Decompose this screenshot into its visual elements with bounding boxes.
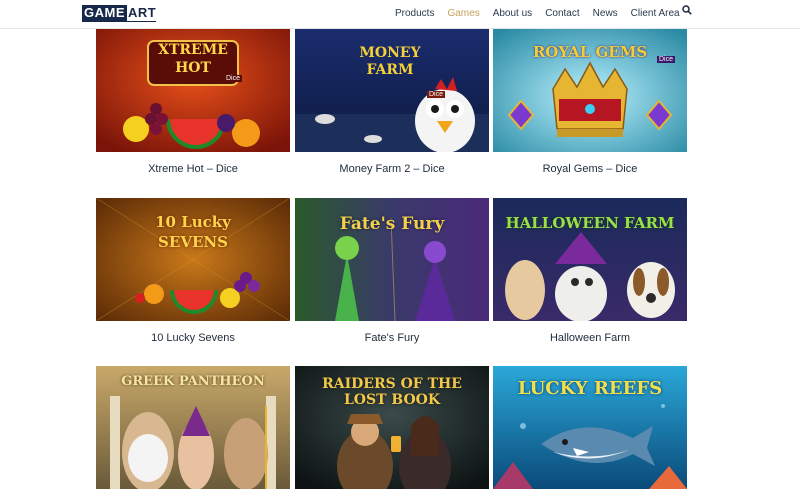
- game-thumbnail[interactable]: RAIDERS OF THE LOST BOOK: [295, 366, 489, 489]
- game-card[interactable]: GREEK PANTHEON: [96, 366, 290, 500]
- nav-client-area[interactable]: Client Area: [631, 8, 680, 19]
- main-nav: Products Games About us Contact News Cli…: [395, 8, 693, 19]
- game-art-title: MONEY FARM: [359, 45, 421, 78]
- game-card[interactable]: RAIDERS OF THE LOST BOOK: [295, 366, 489, 500]
- game-card[interactable]: Fate's Fury Fate's Fury: [295, 198, 489, 344]
- game-title[interactable]: 10 Lucky Sevens: [96, 332, 290, 344]
- game-art-title: Fate's Fury: [339, 214, 445, 234]
- nav-contact[interactable]: Contact: [545, 8, 579, 19]
- game-art-badge: Dice: [657, 56, 676, 63]
- gameart-logo[interactable]: GAME ART: [82, 5, 157, 22]
- game-thumbnail[interactable]: ROYAL GEMS Dice: [493, 29, 687, 152]
- site-header: GAME ART Products Games About us Contact…: [0, 0, 800, 29]
- game-card[interactable]: 10 Lucky SEVENS 10 Lucky Sevens: [96, 198, 290, 344]
- game-card[interactable]: MONEY FARM Dice Money Farm 2 – Dice: [295, 29, 489, 175]
- nav-products[interactable]: Products: [395, 8, 434, 19]
- game-thumbnail[interactable]: HALLOWEEN FARM: [493, 198, 687, 321]
- game-card[interactable]: ROYAL GEMS Dice Royal Gems – Dice: [493, 29, 687, 175]
- game-card[interactable]: HALLOWEEN FARM Halloween Farm: [493, 198, 687, 344]
- game-thumbnail[interactable]: MONEY FARM Dice: [295, 29, 489, 152]
- game-thumbnail[interactable]: Fate's Fury: [295, 198, 489, 321]
- nav-about-us[interactable]: About us: [493, 8, 532, 19]
- game-art-title: GREEK PANTHEON: [121, 374, 265, 389]
- logo-game-text: GAME: [82, 5, 127, 21]
- game-art-badge: Dice: [427, 91, 446, 98]
- game-card[interactable]: LUCKY REEFS: [493, 366, 687, 500]
- game-art-title: HALLOWEEN FARM: [505, 214, 675, 232]
- game-thumbnail[interactable]: GREEK PANTHEON: [96, 366, 290, 489]
- game-art-title: ROYAL GEMS: [532, 43, 648, 61]
- game-title[interactable]: Fate's Fury: [295, 332, 489, 344]
- game-art-title: 10 Lucky SEVENS: [155, 213, 231, 251]
- logo-art-text: ART: [128, 5, 157, 20]
- game-thumbnail[interactable]: XTREME HOT Dice: [96, 29, 290, 152]
- nav-games[interactable]: Games: [447, 8, 479, 19]
- game-title[interactable]: Halloween Farm: [493, 332, 687, 344]
- game-art-title: LUCKY REEFS: [517, 378, 663, 399]
- search-icon[interactable]: [682, 5, 692, 15]
- logo-underline: [82, 21, 157, 22]
- game-art-badge: Dice: [224, 75, 243, 82]
- game-title[interactable]: Money Farm 2 – Dice: [295, 163, 489, 175]
- game-title[interactable]: Royal Gems – Dice: [493, 163, 687, 175]
- game-title[interactable]: Xtreme Hot – Dice: [96, 163, 290, 175]
- game-art-title: RAIDERS OF THE LOST BOOK: [322, 376, 462, 408]
- game-art-title: XTREME HOT: [158, 42, 228, 76]
- game-thumbnail[interactable]: 10 Lucky SEVENS: [96, 198, 290, 321]
- nav-news[interactable]: News: [593, 8, 618, 19]
- game-card[interactable]: XTREME HOT Dice Xtreme Hot – Dice: [96, 29, 290, 175]
- game-thumbnail[interactable]: LUCKY REEFS: [493, 366, 687, 489]
